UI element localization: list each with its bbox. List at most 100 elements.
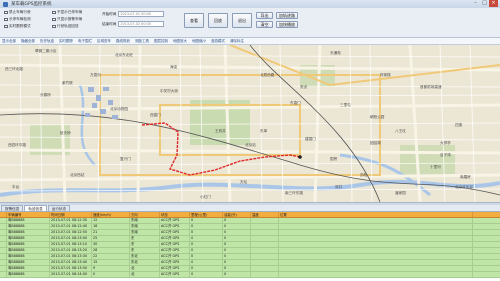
map-label: 长春桥 [40, 93, 51, 97]
table-cell [279, 260, 473, 265]
checkbox-long-stop[interactable]: 长停车辆检测 [4, 17, 31, 22]
map-view[interactable]: 翠微二期小区 西三环北路 北京东北旺 天通苑 安贞 中关村大街 长春桥 北辰西路… [0, 45, 500, 202]
table-cell [279, 266, 473, 271]
column-header[interactable]: 速度(km/h) [92, 212, 130, 217]
column-header[interactable]: 车辆编号 [7, 212, 50, 217]
table-cell: 东北 [130, 254, 160, 259]
table-cell: 0 [223, 266, 251, 271]
table-cell: 0 [223, 224, 251, 229]
table-cell [251, 248, 279, 253]
end-time-input[interactable]: 2013-07-02 00:00 [118, 21, 165, 27]
vehicle-marker[interactable] [298, 155, 302, 159]
table-cell [0, 248, 7, 253]
map-label: 天坛 [240, 180, 248, 184]
map-canvas[interactable] [0, 45, 500, 202]
start-time-input[interactable]: 2013-07-01 00:00 [118, 11, 165, 17]
close-icon[interactable]: × [489, 0, 498, 7]
table-cell: 0 [223, 218, 251, 223]
column-header[interactable] [0, 212, 7, 217]
table-cell [279, 242, 473, 247]
column-header[interactable]: 时间日期 [50, 212, 92, 217]
link-clear-marks[interactable]: 清除标注 [230, 39, 244, 44]
table-cell [251, 254, 279, 259]
checkbox-box[interactable] [4, 10, 8, 15]
export-button[interactable]: 导出 [256, 12, 273, 19]
column-header[interactable]: 方向 [130, 212, 160, 217]
table-row[interactable]: 粤B88888 2013-07-01 08:14:00 0 北 ACC开 GPS 0 0 [0, 272, 500, 278]
map-label: 呼家楼 [380, 73, 391, 77]
table-cell: 30 [92, 242, 130, 247]
map-label: 东直门 [290, 101, 301, 105]
table-cell: ACC开 GPS [160, 272, 190, 277]
table-cell: 0 [190, 230, 223, 235]
checkbox-box[interactable] [4, 17, 8, 22]
checkbox-box[interactable] [52, 10, 56, 15]
map-label: 丰台 [12, 185, 20, 189]
checkbox-box[interactable] [52, 17, 56, 22]
link-measure[interactable]: 测距工具 [135, 39, 149, 44]
checkbox-alarm-only[interactable]: 只显示报警车辆 [52, 17, 82, 22]
map-label: 八王坟 [395, 129, 406, 133]
query-button[interactable]: 查看 [184, 13, 204, 28]
link-show-all[interactable]: 显示全部 [2, 39, 16, 44]
tab-track[interactable]: 轨迹信息 [24, 205, 47, 211]
column-header[interactable]: 状态 [160, 212, 190, 217]
checkbox-box[interactable] [4, 24, 8, 29]
table-cell: 东北 [130, 260, 160, 265]
tab-status[interactable]: 运行状态 [47, 205, 71, 211]
table-cell: ACC开 GPS [160, 230, 190, 235]
add-track-button[interactable]: 加轨迹路 [276, 12, 298, 19]
minimize-icon[interactable]: – [471, 0, 480, 7]
link-route[interactable]: 路线规划 [116, 39, 130, 44]
map-label: 西直门 [150, 113, 161, 117]
link-realtime[interactable]: 实时跟踪 [59, 39, 73, 44]
table-cell: 北 [130, 266, 160, 271]
map-label: 北京东北旺 [115, 53, 133, 57]
play-button[interactable]: 回放 [208, 13, 228, 28]
map-label: 万泉河 [90, 73, 101, 77]
clear-button[interactable]: 清空 [256, 21, 273, 28]
link-fence[interactable]: 电子围栏 [78, 39, 92, 44]
fast-play-button[interactable]: 加快播放 [276, 21, 298, 28]
map-label: 天通苑 [330, 51, 341, 55]
column-header[interactable]: 位置 [279, 212, 473, 217]
map-label: 航天桥 [60, 131, 71, 135]
table-cell [0, 224, 7, 229]
column-header[interactable]: 油量(升) [223, 212, 251, 217]
column-header[interactable]: 里程(公里) [190, 212, 223, 217]
table-cell [0, 242, 7, 247]
table-cell: 0 [92, 272, 130, 277]
table-cell: ACC开 GPS [160, 224, 190, 229]
table-cell: 9 [92, 266, 130, 271]
table-cell: 0 [223, 254, 251, 259]
table-cell [0, 230, 7, 235]
table-cell: 0 [223, 230, 251, 235]
stop-button[interactable]: 退出 [232, 13, 252, 28]
map-label: 小红门 [200, 195, 211, 199]
table-cell: 2013-07-01 08:12:30 [50, 218, 92, 223]
map-label: 首都机场高速 [420, 85, 442, 89]
start-time-group: 开始时间 2013-07-01 00:00 [102, 11, 165, 17]
map-label: 安贞 [300, 85, 308, 89]
column-header[interactable]: 温度 [251, 212, 279, 217]
link-zoom-out[interactable]: 地图缩小 [192, 39, 206, 44]
table-cell: 粤B88888 [7, 242, 50, 247]
map-label: 东单 [260, 129, 268, 133]
link-hide-all[interactable]: 隐藏全部 [21, 39, 35, 44]
table-cell: 粤B88888 [7, 230, 50, 235]
link-area-query[interactable]: 区域查车 [97, 39, 111, 44]
checkbox-box[interactable] [52, 24, 56, 29]
map-label: 紫竹院 [62, 81, 73, 85]
checkbox-ban-driving[interactable]: 禁止车辆行驶 [4, 10, 31, 15]
tab-alarm[interactable]: 报警信息 [1, 205, 24, 211]
checkbox-hide-stopped[interactable]: 不显示已停车辆 [52, 10, 82, 15]
table-cell: ACC开 GPS [160, 242, 190, 247]
link-layers[interactable]: 图层控制 [154, 39, 168, 44]
link-zoom-in[interactable]: 地图放大 [173, 39, 187, 44]
link-history[interactable]: 历史轨迹 [40, 39, 54, 44]
link-pan[interactable]: 漫游模式 [211, 39, 225, 44]
checkbox-realtime[interactable]: 实时跟踪模式 [4, 24, 31, 29]
table-cell: 2013-07-01 08:13:10 [50, 242, 92, 247]
maximize-icon[interactable]: □ [480, 0, 489, 7]
checkbox-playback[interactable]: 行驶轨迹回放 [52, 24, 79, 29]
